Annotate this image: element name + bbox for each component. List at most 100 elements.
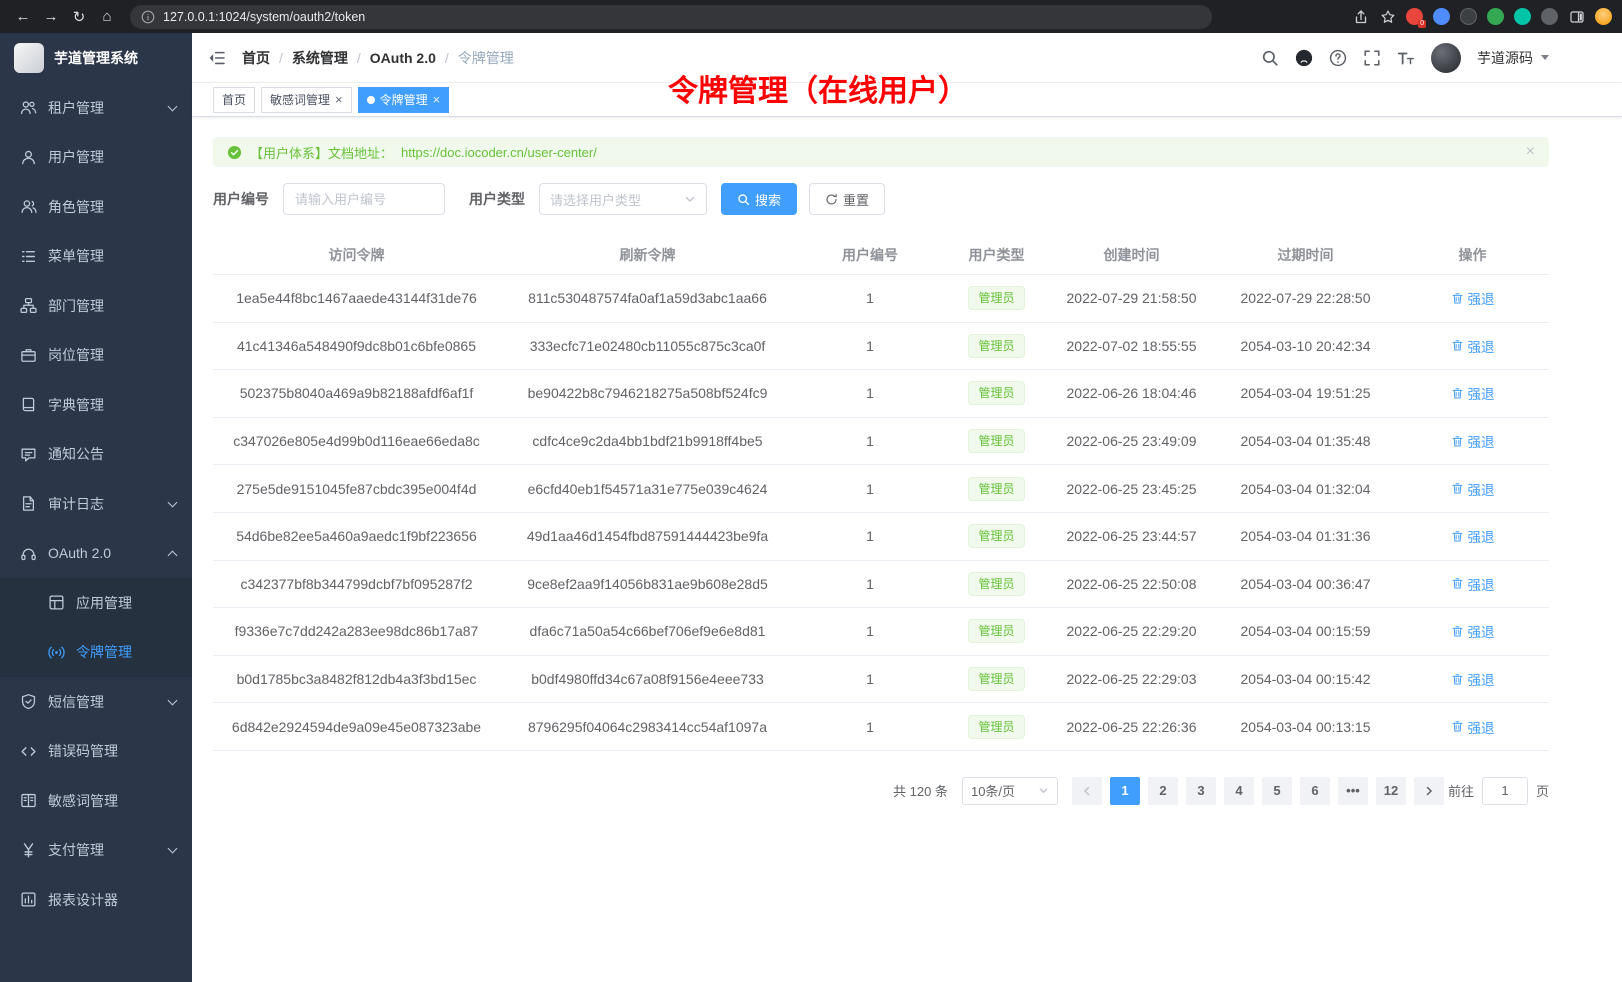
bookmark-star-icon[interactable] [1379, 8, 1396, 25]
chevron-down-icon [684, 193, 696, 205]
page-number-button[interactable]: 6 [1300, 777, 1330, 805]
page-number-button[interactable]: 3 [1186, 777, 1216, 805]
sidebar-item[interactable]: 报表设计器 [0, 875, 192, 925]
sidebar-item[interactable]: 菜单管理 [0, 232, 192, 282]
trash-icon [1451, 482, 1464, 495]
sidebar-item[interactable]: 租户管理 [0, 83, 192, 133]
user-type-cell: 管理员 [945, 572, 1048, 596]
table-row: c342377bf8b344799dcbf7bf095287f2 9ce8ef2… [213, 561, 1549, 609]
force-logout-button[interactable]: 强退 [1451, 526, 1495, 546]
report-icon [20, 891, 37, 908]
alert-close-icon[interactable]: × [1526, 144, 1535, 160]
force-logout-button[interactable]: 强退 [1451, 574, 1495, 594]
close-icon[interactable]: × [433, 93, 441, 106]
sidebar-item[interactable]: 通知公告 [0, 430, 192, 480]
sidebar-item-label: 用户管理 [48, 147, 104, 167]
page-number-button[interactable]: 2 [1148, 777, 1178, 805]
prev-page-button[interactable] [1072, 777, 1102, 805]
page-number-button[interactable]: 1 [1110, 777, 1140, 805]
chevron-down-icon[interactable] [1541, 55, 1549, 60]
user-id-input[interactable] [283, 183, 445, 215]
page-number-button[interactable]: 4 [1224, 777, 1254, 805]
sidebar-item[interactable]: 应用管理 [0, 578, 192, 628]
create-time-cell: 2022-06-25 22:29:20 [1048, 623, 1215, 639]
force-logout-button[interactable]: 强退 [1451, 336, 1495, 356]
help-icon[interactable] [1329, 49, 1347, 67]
expire-time-cell: 2054-03-04 19:51:25 [1215, 385, 1396, 401]
browser-home-icon[interactable]: ⌂ [94, 4, 120, 30]
sidebar-item[interactable]: 字典管理 [0, 380, 192, 430]
user-type-select[interactable]: 请选择用户类型 [539, 183, 707, 215]
force-logout-button[interactable]: 强退 [1451, 383, 1495, 403]
chevron-right-icon [1423, 785, 1435, 797]
sidebar-item[interactable]: 部门管理 [0, 281, 192, 331]
extension-icon[interactable] [1460, 8, 1477, 25]
close-icon[interactable]: × [335, 93, 343, 106]
page-number-button[interactable]: 12 [1376, 777, 1406, 805]
page-number-button[interactable]: 5 [1262, 777, 1292, 805]
doc-link[interactable]: https://doc.iocoder.cn/user-center/ [401, 145, 597, 160]
page-size-select[interactable]: 10条/页 [962, 777, 1058, 805]
sidebar-item[interactable]: 短信管理 [0, 677, 192, 727]
browser-profile-avatar[interactable] [1595, 8, 1612, 25]
user-icon [20, 149, 37, 166]
extension-icon[interactable]: 0 [1406, 8, 1423, 25]
create-time-cell: 2022-06-25 23:49:09 [1048, 433, 1215, 449]
split-view-icon[interactable] [1568, 8, 1585, 25]
breadcrumb-item[interactable]: OAuth 2.0 [370, 50, 458, 66]
sidebar-item[interactable]: 角色管理 [0, 182, 192, 232]
site-info-icon[interactable] [141, 10, 155, 24]
user-avatar[interactable] [1431, 43, 1461, 73]
breadcrumb-item[interactable]: 系统管理 [292, 48, 370, 68]
next-page-button[interactable] [1414, 777, 1444, 805]
sidebar-item[interactable]: 敏感词管理 [0, 776, 192, 826]
actions-cell: 强退 [1396, 717, 1549, 737]
table-body: 1ea5e44f8bc1467aaede43144f31de76 811c530… [213, 275, 1549, 751]
trash-icon [1451, 673, 1464, 686]
page-content: 【用户体系】文档地址： https://doc.iocoder.cn/user-… [192, 117, 1622, 982]
extension-icon[interactable] [1514, 8, 1531, 25]
force-logout-button[interactable]: 强退 [1451, 431, 1495, 451]
goto-page-input[interactable] [1482, 777, 1528, 805]
force-logout-button[interactable]: 强退 [1451, 717, 1495, 737]
browser-reload-icon[interactable]: ↻ [66, 4, 92, 30]
force-logout-button[interactable]: 强退 [1451, 621, 1495, 641]
sidebar-item[interactable]: 审计日志 [0, 479, 192, 529]
github-icon[interactable] [1295, 49, 1313, 67]
sidebar-item[interactable]: 岗位管理 [0, 331, 192, 381]
extension-icon[interactable] [1433, 8, 1450, 25]
app-logo-row[interactable]: 芋道管理系统 [0, 33, 192, 83]
users-icon [20, 99, 37, 116]
fullscreen-icon[interactable] [1363, 49, 1381, 67]
extension-icon[interactable] [1487, 8, 1504, 25]
browser-back-icon[interactable]: ← [10, 4, 36, 30]
view-tab[interactable]: 令牌管理 × [358, 87, 450, 113]
user-name[interactable]: 芋道源码 [1477, 48, 1533, 68]
view-tab[interactable]: 首页 [213, 87, 255, 113]
search-icon[interactable] [1261, 49, 1279, 67]
breadcrumb-item[interactable]: 首页 [242, 48, 292, 68]
sidebar-item[interactable]: 令牌管理 [0, 628, 192, 678]
sidebar-item[interactable]: 用户管理 [0, 133, 192, 183]
extension-icon[interactable] [1541, 8, 1558, 25]
force-logout-button[interactable]: 强退 [1451, 288, 1495, 308]
browser-forward-icon[interactable]: → [38, 4, 64, 30]
expire-time-cell: 2054-03-10 20:42:34 [1215, 338, 1396, 354]
font-size-icon[interactable] [1397, 49, 1415, 67]
sidebar-item[interactable]: 错误码管理 [0, 727, 192, 777]
page-number-button[interactable]: ••• [1338, 777, 1368, 805]
sidebar-fold-icon[interactable] [208, 49, 226, 67]
sidebar-item[interactable]: 支付管理 [0, 826, 192, 876]
force-logout-button[interactable]: 强退 [1451, 479, 1495, 499]
sidebar-item[interactable]: OAuth 2.0 [0, 529, 192, 579]
user-type-cell: 管理员 [945, 334, 1048, 358]
force-logout-button[interactable]: 强退 [1451, 669, 1495, 689]
sidebar-item-label: 租户管理 [48, 98, 104, 118]
breadcrumb-item[interactable]: 令牌管理 [458, 48, 514, 68]
headset-icon [20, 545, 37, 562]
share-icon[interactable] [1352, 8, 1369, 25]
view-tab[interactable]: 敏感词管理 × [261, 87, 352, 113]
search-button[interactable]: 搜索 [721, 183, 797, 215]
browser-url-bar[interactable]: 127.0.0.1:1024/system/oauth2/token [130, 5, 1212, 29]
reset-button[interactable]: 重置 [809, 183, 885, 215]
